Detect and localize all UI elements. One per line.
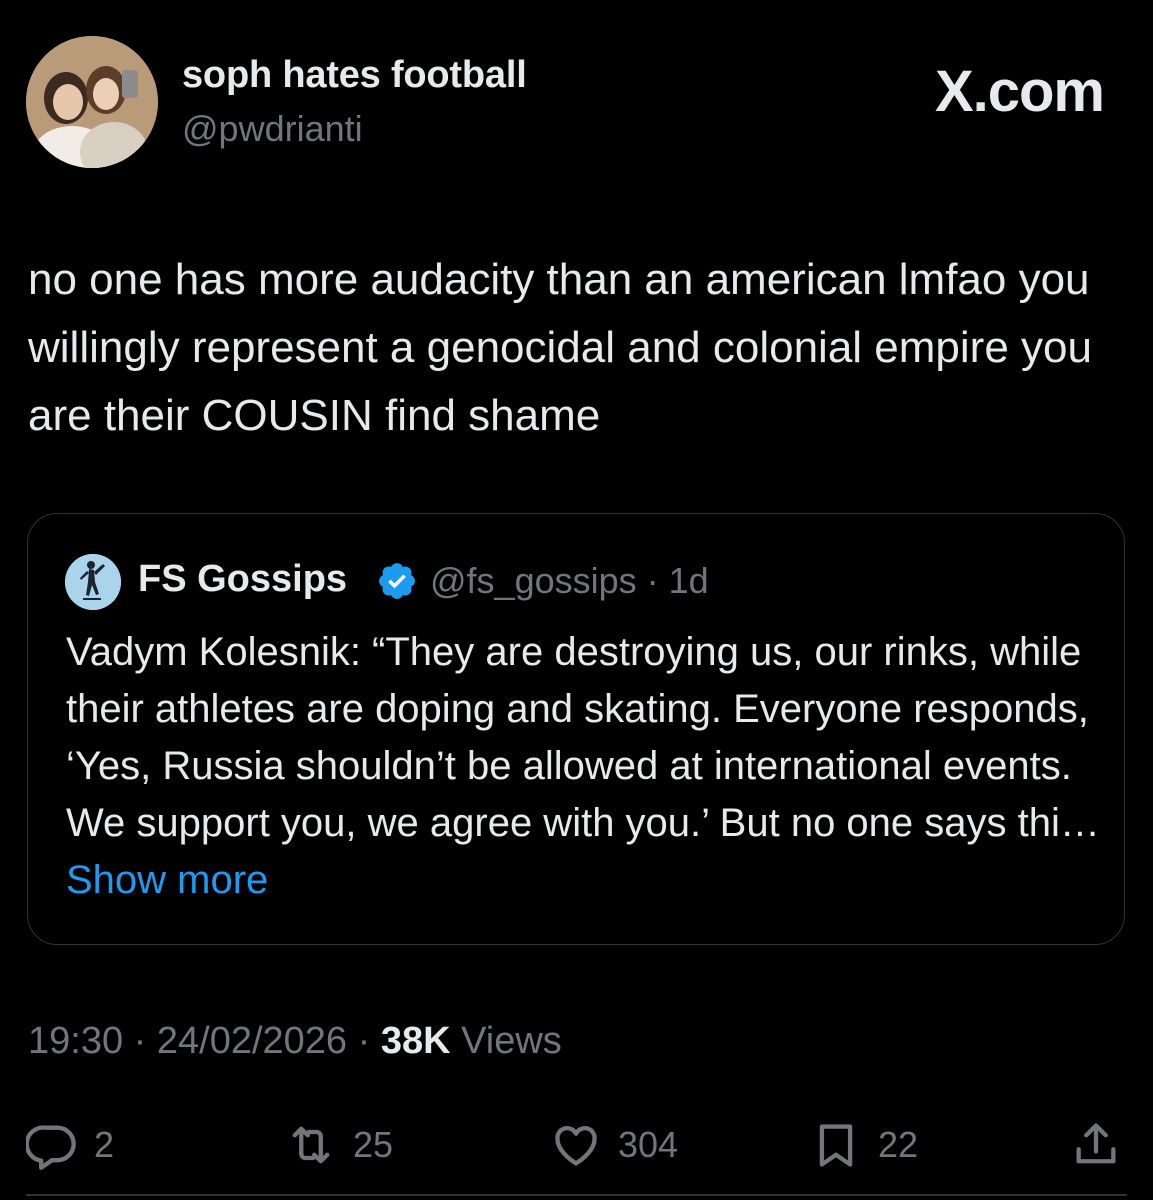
views-count[interactable]: 38K <box>381 1020 451 1062</box>
verified-badge-icon <box>379 563 415 599</box>
quoted-author-name[interactable]: FS Gossips <box>138 558 347 601</box>
divider <box>26 1194 1127 1196</box>
quoted-text-body: Vadym Kolesnik: “They are destroying us,… <box>66 630 1100 845</box>
skater-icon <box>65 554 121 610</box>
brand-logo: X.com <box>934 59 1105 124</box>
views-label: Views <box>450 1020 562 1062</box>
bookmark-button[interactable]: 22 <box>810 1110 918 1180</box>
quoted-handle-time[interactable]: @fs_gossips · 1d <box>430 560 709 602</box>
reply-button[interactable]: 2 <box>26 1110 114 1180</box>
action-bar: 2 25 304 22 <box>0 1110 1153 1180</box>
tweet-meta: 19:30 · 24/02/2026 · 38K Views <box>28 1020 562 1063</box>
timestamp[interactable]: 19:30 · 24/02/2026 · <box>28 1020 381 1062</box>
bookmark-count: 22 <box>878 1124 919 1165</box>
share-icon <box>1076 1123 1116 1164</box>
bookmark-icon <box>819 1124 853 1167</box>
show-more-link[interactable]: Show more <box>66 858 268 902</box>
reply-icon <box>26 1125 76 1170</box>
author-avatar[interactable] <box>26 36 158 168</box>
share-button[interactable] <box>1070 1110 1138 1180</box>
reply-count: 2 <box>94 1124 115 1165</box>
repost-button[interactable]: 25 <box>285 1110 393 1180</box>
like-count: 304 <box>618 1124 679 1165</box>
author-handle[interactable]: @pwdrianti <box>182 108 363 150</box>
quoted-text: Vadym Kolesnik: “They are destroying us,… <box>66 624 1106 909</box>
quoted-author-avatar[interactable] <box>65 554 121 610</box>
like-button[interactable]: 304 <box>550 1110 678 1180</box>
quoted-tweet[interactable]: FS Gossips @fs_gossips · 1d Vadym Kolesn… <box>27 513 1125 945</box>
author-display-name[interactable]: soph hates football <box>182 54 527 97</box>
tweet-header: soph hates football @pwdrianti X.com <box>26 36 1126 170</box>
repost-count: 25 <box>353 1124 394 1165</box>
tweet-text: no one has more audacity than an america… <box>28 255 1092 440</box>
repost-icon <box>292 1126 330 1164</box>
heart-icon <box>555 1126 597 1166</box>
